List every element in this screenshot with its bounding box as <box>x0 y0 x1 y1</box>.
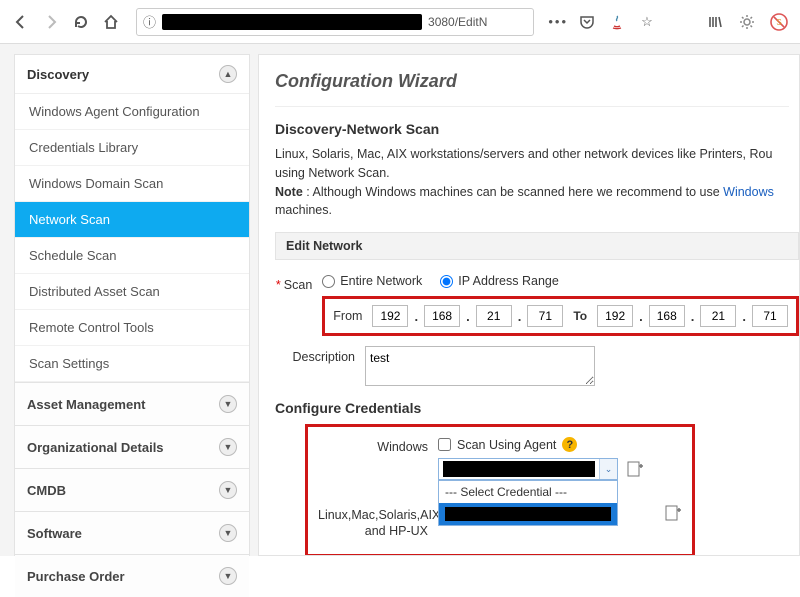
windows-credential-select[interactable]: ⌄ <box>438 458 618 480</box>
sidebar: Discovery ▲ Windows Agent Configuration … <box>14 54 250 556</box>
from-octet-2[interactable] <box>424 305 460 327</box>
sidebar-item-remote-control-tools[interactable]: Remote Control Tools <box>15 310 249 346</box>
description-text: Linux, Solaris, Mac, AIX workstations/se… <box>275 145 799 220</box>
to-octet-1[interactable] <box>597 305 633 327</box>
library-icon[interactable] <box>704 11 726 33</box>
pocket-icon[interactable] <box>576 11 598 33</box>
description-input[interactable] <box>365 346 595 386</box>
expand-down-icon: ▼ <box>219 438 237 456</box>
sidebar-item-schedule-scan[interactable]: Schedule Scan <box>15 238 249 274</box>
noscript-icon[interactable]: S <box>768 11 790 33</box>
help-icon[interactable]: ? <box>562 437 577 452</box>
addon-gear-icon[interactable] <box>736 11 758 33</box>
forward-button[interactable] <box>40 11 62 33</box>
sidebar-header-label: Discovery <box>27 67 89 82</box>
radio-ip-range[interactable]: IP Address Range <box>440 274 559 288</box>
java-icon[interactable] <box>606 11 628 33</box>
windows-credential-label: Windows <box>318 437 438 454</box>
sidebar-item-credentials-library[interactable]: Credentials Library <box>15 130 249 166</box>
sidebar-section-asset-management[interactable]: Asset Management▼ <box>15 382 249 425</box>
sidebar-section-purchase-order[interactable]: Purchase Order▼ <box>15 554 249 597</box>
svg-text:S: S <box>776 18 781 27</box>
scan-label: *Scan <box>275 274 322 292</box>
add-credential-button[interactable] <box>626 460 644 478</box>
scan-using-agent-label: Scan Using Agent <box>457 438 556 452</box>
sidebar-item-network-scan[interactable]: Network Scan <box>15 202 249 238</box>
windows-link[interactable]: Windows <box>723 185 774 199</box>
sidebar-section-organizational-details[interactable]: Organizational Details▼ <box>15 425 249 468</box>
ip-range-box: From . . . To . . . <box>322 296 799 336</box>
add-credential-button-linux[interactable] <box>664 504 682 522</box>
combo-value-redacted <box>443 461 595 477</box>
sidebar-section-cmdb[interactable]: CMDB▼ <box>15 468 249 511</box>
page-subtitle: Discovery-Network Scan <box>275 121 799 137</box>
dropdown-option-placeholder[interactable]: --- Select Credential --- <box>439 481 617 503</box>
edit-network-header: Edit Network <box>275 232 799 260</box>
expand-down-icon: ▼ <box>219 524 237 542</box>
description-row: Description <box>275 346 799 386</box>
to-label: To <box>573 309 587 323</box>
url-bar[interactable]: ⓘ 3080/EditN <box>136 8 534 36</box>
to-octet-4[interactable] <box>752 305 788 327</box>
expand-down-icon: ▼ <box>219 481 237 499</box>
browser-toolbar: ⓘ 3080/EditN ••• ☆ S <box>0 0 800 44</box>
expand-down-icon: ▼ <box>219 567 237 585</box>
back-button[interactable] <box>10 11 32 33</box>
main-panel: Configuration Wizard Discovery-Network S… <box>258 54 800 556</box>
home-button[interactable] <box>100 11 122 33</box>
sidebar-header-discovery[interactable]: Discovery ▲ <box>15 55 249 94</box>
radio-entire-network[interactable]: Entire Network <box>322 274 422 288</box>
sidebar-item-scan-settings[interactable]: Scan Settings <box>15 346 249 382</box>
bookmark-icon[interactable]: ☆ <box>636 11 658 33</box>
to-octet-2[interactable] <box>649 305 685 327</box>
expand-down-icon: ▼ <box>219 395 237 413</box>
collapse-up-icon[interactable]: ▲ <box>219 65 237 83</box>
linux-credential-label: Linux,Mac,Solaris,AIX and HP-UX <box>318 504 438 540</box>
sidebar-item-windows-domain-scan[interactable]: Windows Domain Scan <box>15 166 249 202</box>
reload-button[interactable] <box>70 11 92 33</box>
from-octet-3[interactable] <box>476 305 512 327</box>
to-octet-3[interactable] <box>700 305 736 327</box>
url-redacted <box>162 14 422 30</box>
sidebar-item-distributed-asset-scan[interactable]: Distributed Asset Scan <box>15 274 249 310</box>
scan-row: *Scan Entire Network IP Address Range Fr… <box>275 274 799 336</box>
scan-using-agent-checkbox[interactable] <box>438 438 451 451</box>
dropdown-arrow-icon[interactable]: ⌄ <box>599 459 617 479</box>
description-label: Description <box>275 346 365 364</box>
configure-credentials-header: Configure Credentials <box>275 400 799 416</box>
from-octet-4[interactable] <box>527 305 563 327</box>
sidebar-section-software[interactable]: Software▼ <box>15 511 249 554</box>
page-actions-icon[interactable]: ••• <box>548 14 568 29</box>
page-title: Configuration Wizard <box>275 65 789 107</box>
site-info-icon[interactable]: ⓘ <box>143 12 156 31</box>
from-label: From <box>333 309 362 323</box>
credentials-box: Windows Scan Using Agent ? ⌄ <box>305 424 695 556</box>
dropdown-option-selected[interactable] <box>439 503 617 525</box>
url-tail: 3080/EditN <box>428 15 487 29</box>
from-octet-1[interactable] <box>372 305 408 327</box>
sidebar-item-windows-agent[interactable]: Windows Agent Configuration <box>15 94 249 130</box>
option-redacted <box>445 507 611 521</box>
credential-dropdown: --- Select Credential --- <box>438 480 618 526</box>
